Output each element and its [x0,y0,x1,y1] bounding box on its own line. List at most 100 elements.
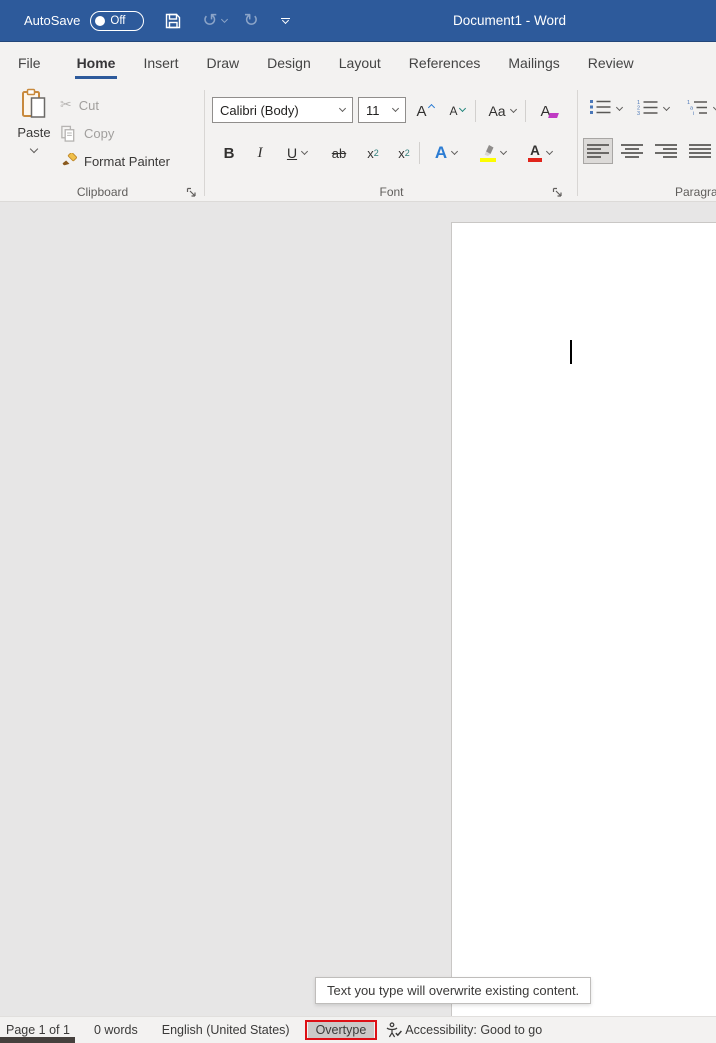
bold-button[interactable]: B [217,140,241,166]
numbering-button[interactable]: 1 2 3 [637,99,659,115]
justify-button[interactable] [685,138,715,164]
underline-button[interactable]: U [279,140,315,166]
cut-button[interactable]: ✂ Cut [60,92,99,118]
eraser-icon [548,113,559,118]
dialog-launcher-icon [186,187,197,198]
autosave-state: Off [110,15,125,27]
bullets-button[interactable] [590,99,612,115]
paste-clipboard-icon [21,88,47,120]
shrink-font-button[interactable]: A [443,99,471,123]
font-color-bar [528,158,542,162]
save-icon [164,12,182,30]
autosave-toggle[interactable]: Off [90,11,144,31]
tab-draw[interactable]: Draw [192,42,253,84]
title-bar: AutoSave Off ↺ ↻ Document1 - Word [0,0,716,42]
chevron-down-icon [282,17,289,24]
align-left-button[interactable] [583,138,613,164]
format-painter-label: Format Painter [84,154,170,169]
font-size-combobox[interactable]: 11 [358,97,406,123]
tab-review[interactable]: Review [574,42,648,84]
font-group: Calibri (Body) 11 A A Aa A B I [205,84,578,202]
word-count[interactable]: 0 words [94,1023,138,1037]
clipboard-group-label: Clipboard [0,185,205,199]
change-case-button[interactable]: Aa [481,99,523,123]
tab-references[interactable]: References [395,42,495,84]
align-right-icon [654,143,678,159]
italic-button[interactable]: I [249,140,271,166]
text-highlight-button[interactable] [473,140,513,166]
text-effects-button[interactable]: A [427,140,465,166]
undo-chevron-icon[interactable] [221,15,228,22]
overtype-toggle[interactable]: Overtype [308,1020,375,1040]
undo-button[interactable]: ↺ [202,10,217,31]
strikethrough-button[interactable]: ab [325,140,353,166]
multilevel-list-icon: 1 a i [687,99,709,115]
autosave-label: AutoSave [24,13,80,28]
clipboard-group: Paste ✂ Cut Copy Format Painter Clipboar… [0,84,205,202]
overtype-tooltip: Text you type will overwrite existing co… [315,977,591,1004]
copy-icon [60,125,77,142]
superscript-mark: 2 [405,148,410,158]
page-indicator[interactable]: Page 1 of 1 [6,1023,70,1037]
font-name-combobox[interactable]: Calibri (Body) [212,97,353,123]
chevron-down-icon [546,148,553,155]
bullet-list-icon [590,99,612,115]
document-page[interactable] [451,222,716,1016]
font-color-letter: A [530,145,540,157]
tab-file[interactable]: File [4,42,55,84]
font-color-button[interactable]: A [521,140,559,166]
tab-layout[interactable]: Layout [325,42,395,84]
bottom-left-dark-strip [0,1037,75,1043]
window-title: Document1 - Word [453,0,566,42]
chevron-down-icon[interactable] [663,103,670,110]
format-painter-button[interactable]: Format Painter [60,148,170,174]
multilevel-list-button[interactable]: 1 a i [687,99,709,115]
button-divider [475,100,476,122]
grow-font-letter: A [416,103,426,120]
clear-formatting-button[interactable]: A [533,99,565,123]
font-dialog-launcher[interactable] [552,187,563,198]
paragraph-group: 1 2 3 1 a i [578,84,716,202]
subscript-button[interactable]: x2 [360,140,386,166]
tab-insert[interactable]: Insert [129,42,192,84]
align-left-icon [586,143,610,159]
tab-mailings[interactable]: Mailings [494,42,573,84]
text-cursor [570,340,572,364]
grow-font-button[interactable]: A [409,99,441,123]
paste-label: Paste [17,125,50,140]
chevron-down-icon [339,105,346,112]
cut-label: Cut [79,98,99,113]
ribbon: Paste ✂ Cut Copy Format Painter Clipboar… [0,84,716,202]
numbered-list-icon: 1 2 3 [637,99,659,115]
accessibility-icon [386,1022,402,1038]
save-button[interactable] [164,12,182,30]
tab-design[interactable]: Design [253,42,325,84]
align-center-button[interactable] [617,138,647,164]
change-case-letters: Aa [488,103,505,119]
justify-icon [688,143,712,159]
bold-letter: B [224,145,235,162]
chevron-down-icon [500,148,507,155]
chevron-down-icon[interactable] [616,103,623,110]
language-indicator[interactable]: English (United States) [162,1023,290,1037]
scissors-icon: ✂ [60,97,72,113]
svg-text:3: 3 [637,111,640,115]
strikethrough-letters: ab [332,146,346,161]
paragraph-row-1: 1 2 3 1 a i [578,99,716,115]
paste-button[interactable]: Paste [12,88,56,176]
redo-button[interactable]: ↻ [243,10,258,31]
paragraph-row-2 [578,138,716,164]
button-divider [525,100,526,122]
align-right-button[interactable] [651,138,681,164]
subscript-mark: 2 [374,148,379,158]
font-group-label: Font [205,185,578,199]
chevron-down-icon [30,145,38,153]
copy-label: Copy [84,126,114,141]
customize-quick-access-button[interactable] [281,18,290,24]
superscript-button[interactable]: x2 [391,140,417,166]
tab-home[interactable]: Home [63,42,130,84]
copy-button[interactable]: Copy [60,120,114,146]
clipboard-dialog-launcher[interactable] [186,187,197,198]
underline-letter: U [287,145,297,161]
accessibility-status[interactable]: Accessibility: Good to go [386,1022,542,1038]
